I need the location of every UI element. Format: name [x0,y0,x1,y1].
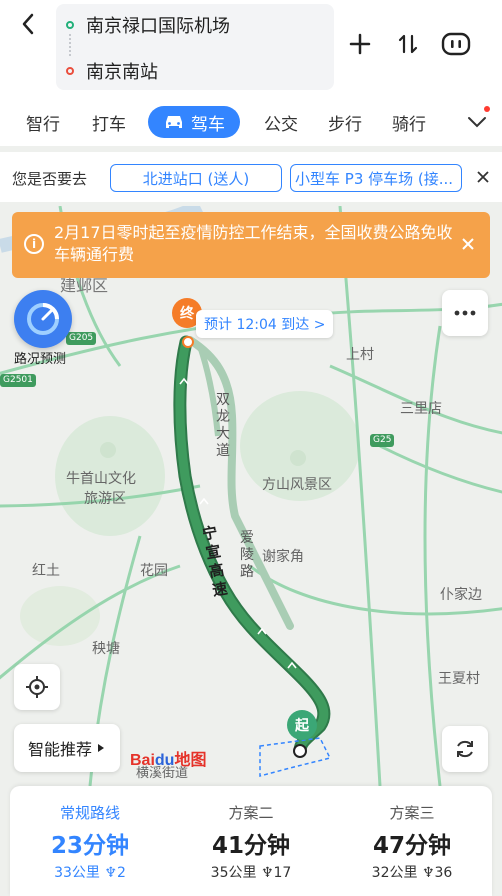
route-option-card[interactable]: 方案三 47分钟 32公里 ♆36 [332,786,492,886]
route-option-meta: 32公里 ♆36 [332,862,492,882]
travel-mode-tabs: 智行 打车 驾车 公交 步行 骑行 [0,98,502,146]
speedometer-icon [27,303,59,335]
road-char: 大 [216,426,230,442]
map-label-huayuan: 花园 [140,563,168,579]
suggestion-label: 您是否要去 [12,170,88,188]
voice-assistant-icon[interactable] [440,28,472,60]
map-label-lvyou: 旅游区 [84,491,126,507]
more-dots-icon [454,310,476,316]
origin-field[interactable]: 南京禄口国际机场 [66,12,230,38]
road-char: 双 [216,392,230,408]
toll-free-notice: i 2月17日零时起至疫情防控工作结束，全国收费公路免收车辆通行费 [12,212,490,278]
map-label-hongtu: 红土 [32,563,60,579]
route-option-meta: 35公里 ♆17 [171,862,331,882]
origin-text: 南京禄口国际机场 [86,16,230,37]
map-label-wangxiacun: 王夏村 [438,671,480,687]
tab-smart[interactable]: 智行 [18,106,68,138]
more-options-button[interactable] [442,290,488,336]
route-options-panel: 常规路线 23分钟 33公里 ♆2 方案二 41分钟 35公里 ♆17 方案三 … [10,786,492,896]
caret-right-icon [98,744,104,752]
car-icon [166,116,182,128]
origin-dot-icon [66,21,74,29]
destination-dot-icon [66,67,74,75]
route-option-distance: 32公里 [371,865,418,881]
road-char: 爱 [240,530,254,546]
highway-shield-g205: G205 [66,332,97,345]
smart-recommend-label: 智能推荐 [27,740,92,759]
suggestion-chip-p3-parking[interactable]: 小型车 P3 停车场 (接... [290,164,462,192]
route-option-card[interactable]: 常规路线 23分钟 33公里 ♆2 [10,786,170,886]
road-label-ailing: 爱 陵 路 [238,530,256,581]
map-label-fangshan: 方山风景区 [262,477,332,493]
map-label-xiejiajiao: 谢家角 [262,549,304,565]
route-option-card[interactable]: 方案二 41分钟 35公里 ♆17 [171,786,331,886]
route-option-distance: 33公里 [54,865,100,881]
notice-text: 2月17日零时起至疫情防控工作结束，全国收费公路免收车辆通行费 [54,223,453,264]
back-icon[interactable] [14,10,42,38]
traffic-light-icon: ♆ [104,865,117,881]
tab-drive-label: 驾车 [191,114,225,135]
route-option-lights: 2 [116,865,126,881]
map-label-niushou: 牛首山文化 [66,471,136,487]
route-option-label: 方案三 [389,804,435,822]
traffic-light-icon: ♆ [260,865,274,881]
tab-bike[interactable]: 骑行 [384,106,434,138]
logo-ditu: 地图 [174,752,207,769]
smart-recommend-button[interactable]: 智能推荐 [14,724,120,772]
suggestion-chip-north-entrance[interactable]: 北进站口 (送人) [110,164,282,192]
close-notice-icon[interactable] [458,234,478,254]
route-option-time: 47分钟 [372,833,451,859]
route-option-label: 常规路线 [59,804,120,822]
baidu-map-logo: Baidu地图 [130,746,206,770]
traffic-light-icon: ♆ [421,865,435,881]
top-bar: 南京禄口国际机场 南京南站 [0,0,502,98]
tab-bus[interactable]: 公交 [256,106,306,138]
start-pin[interactable]: 起 [287,710,317,740]
tab-taxi[interactable]: 打车 [84,106,134,138]
route-option-meta: 33公里 ♆2 [10,862,170,882]
route-option-lights: 36 [434,865,453,881]
route-option-distance: 35公里 [210,865,257,881]
highway-shield-g25: G25 [370,434,395,447]
logo-bai: Bai [130,752,155,769]
add-waypoint-icon[interactable] [344,28,376,60]
close-suggestion-icon[interactable] [472,166,494,188]
map-label-sanlidian: 三里店 [400,401,442,417]
notification-dot [484,106,490,112]
road-char: 路 [240,564,254,580]
route-option-label: 方案二 [228,804,274,822]
road-label-shuanglong: 双 龙 大 道 [214,392,232,460]
tab-walk[interactable]: 步行 [320,106,370,138]
highway-shield-g2501: G2501 [0,374,36,387]
map-label-shangcun: 上村 [346,347,374,363]
route-option-lights: 17 [273,865,292,881]
swap-icon[interactable] [392,28,424,60]
logo-du: du [154,752,175,769]
destination-text: 南京南站 [86,62,158,83]
traffic-forecast-label: 路况预测 [14,352,67,367]
road-char: 速 [210,579,229,600]
map-view[interactable]: 建邺区 上村 三里店 牛首山文化 旅游区 方山风景区 谢家角 红土 花园 秧塘 … [0,206,502,786]
locate-button[interactable] [14,664,60,710]
refresh-icon [457,740,473,758]
route-option-time: 23分钟 [50,833,129,859]
destination-suggestion-bar: 您是否要去 北进站口 (送人) 小型车 P3 停车场 (接... [0,152,502,202]
crosshair-icon [26,676,48,698]
info-icon: i [24,234,44,254]
map-label-yangtang: 秧塘 [92,641,120,657]
road-char: 陵 [240,547,254,563]
route-option-time: 41分钟 [211,833,290,859]
eta-label[interactable]: 预计 12:04 到达 > [196,310,334,338]
map-label-pujiabian: 仆家边 [440,587,482,603]
refresh-button[interactable] [442,726,488,772]
destination-field[interactable]: 南京南站 [66,58,158,84]
tab-drive[interactable]: 驾车 [148,106,240,138]
route-connector [69,34,71,56]
road-char: 道 [216,443,230,459]
route-input-box: 南京禄口国际机场 南京南站 [56,4,334,90]
traffic-forecast-button[interactable] [14,290,72,348]
road-char: 龙 [216,409,230,425]
